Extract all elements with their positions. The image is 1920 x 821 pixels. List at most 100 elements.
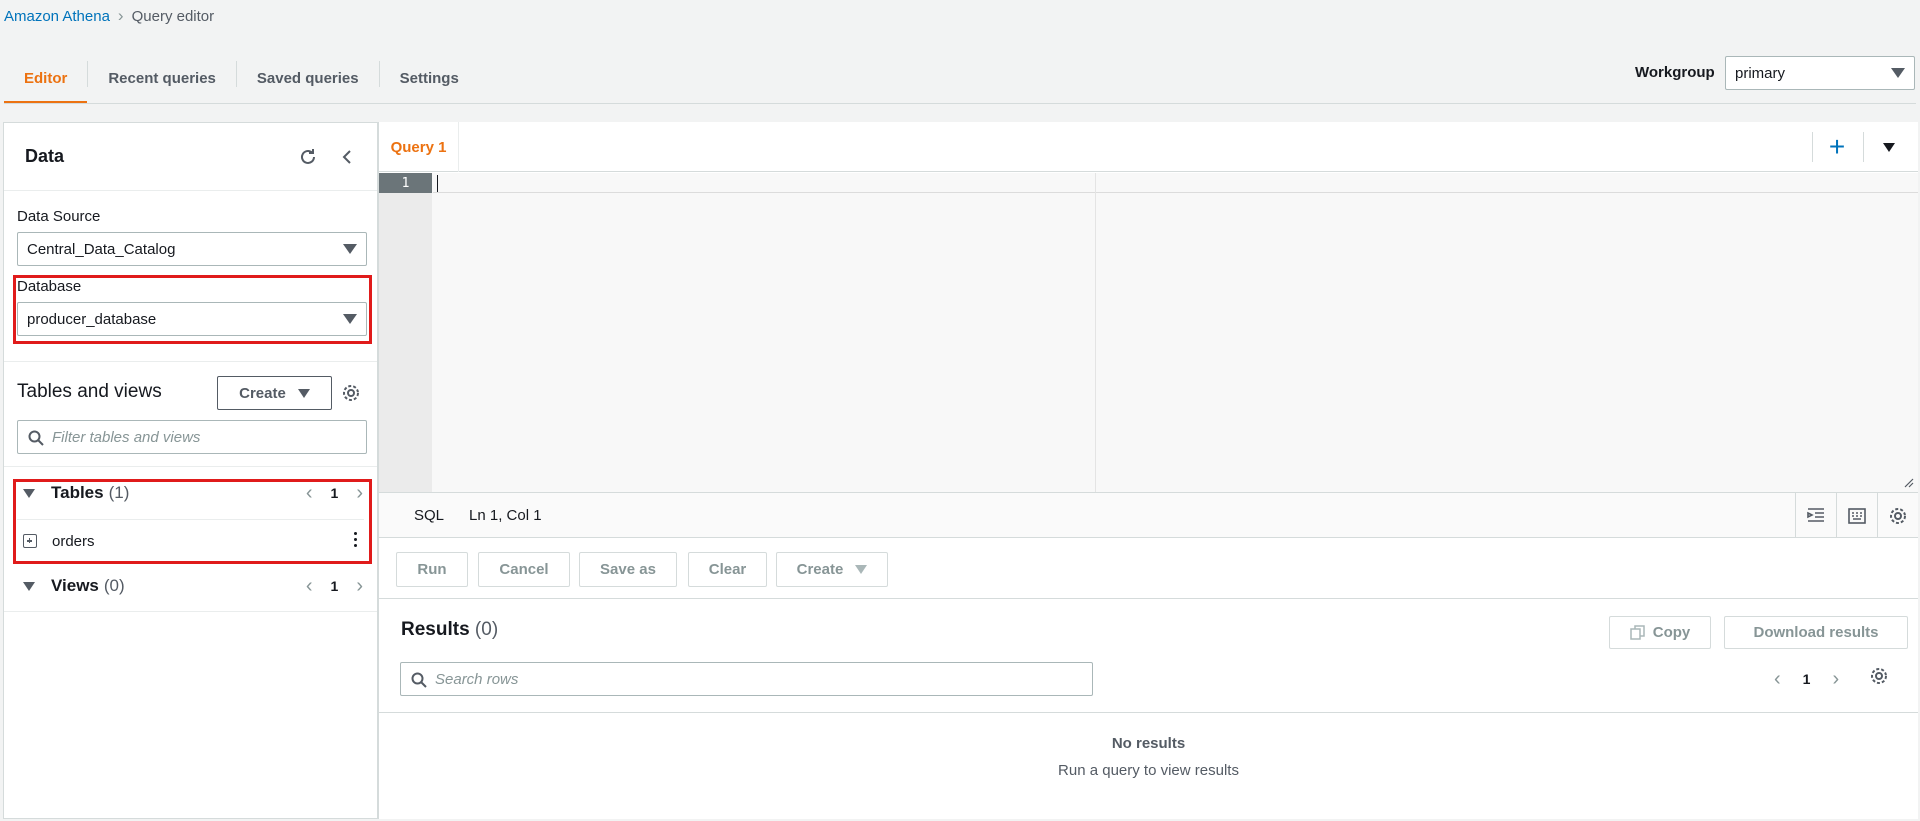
tables-title: Tables xyxy=(51,483,104,502)
create-label: Create xyxy=(239,384,286,402)
results-label: Results xyxy=(401,619,470,640)
run-button[interactable]: Run xyxy=(396,552,468,587)
tables-section-header[interactable]: Tables (1) ‹ 1 › xyxy=(17,474,367,512)
cancel-button[interactable]: Cancel xyxy=(478,552,570,587)
results-page[interactable]: 1 xyxy=(1803,671,1811,687)
kebab-icon[interactable] xyxy=(354,532,357,547)
tab-editor[interactable]: Editor xyxy=(4,52,88,104)
collapse-icon[interactable] xyxy=(334,144,360,170)
caret-down-icon xyxy=(1891,68,1905,78)
views-title: Views xyxy=(51,576,99,595)
tables-views-title: Tables and views xyxy=(17,381,162,402)
chevron-right-icon[interactable]: › xyxy=(356,575,363,598)
tabs-underline xyxy=(4,103,1916,104)
results-title: Results (0) xyxy=(401,619,498,641)
divider xyxy=(1812,132,1813,162)
filter-tables-input[interactable] xyxy=(17,420,367,454)
divider xyxy=(379,712,1918,713)
main-tabs: Editor Recent queries Saved queries Sett… xyxy=(4,52,479,104)
results-pager: ‹ 1 › xyxy=(1774,662,1839,696)
no-results-title: No results xyxy=(1111,735,1186,752)
gear-icon[interactable] xyxy=(1869,666,1889,690)
copy-label: Copy xyxy=(1652,624,1691,641)
results-count: (0) xyxy=(474,619,499,640)
workgroup-select[interactable]: primary xyxy=(1725,56,1915,90)
chevron-right-icon[interactable]: › xyxy=(356,482,363,505)
query-tab-bar: Query 1 + xyxy=(379,122,1918,172)
create-table-button[interactable]: Create xyxy=(217,376,332,410)
tab-menu-caret-icon[interactable] xyxy=(1869,132,1909,162)
chevron-left-icon[interactable]: ‹ xyxy=(306,575,313,598)
download-results-button[interactable]: Download results xyxy=(1724,616,1908,649)
copy-icon xyxy=(1630,625,1645,640)
gear-icon[interactable] xyxy=(338,380,364,406)
table-row[interactable]: orders xyxy=(17,522,367,560)
refresh-icon[interactable] xyxy=(295,144,321,170)
table-name: orders xyxy=(52,532,95,550)
workgroup-value: primary xyxy=(1735,64,1786,82)
search-rows-input[interactable] xyxy=(400,662,1093,696)
caret-down-icon xyxy=(297,388,310,398)
caret-down-icon xyxy=(855,565,868,574)
tab-settings[interactable]: Settings xyxy=(380,52,479,104)
database-select[interactable]: producer_database xyxy=(17,302,367,336)
line-number: 1 xyxy=(379,173,432,193)
tab-recent-queries[interactable]: Recent queries xyxy=(88,52,236,104)
plus-icon[interactable]: + xyxy=(1817,131,1857,162)
caret-down-icon xyxy=(343,244,357,254)
search-rows-field[interactable] xyxy=(435,670,1092,688)
format-icon[interactable] xyxy=(1795,493,1836,538)
chevron-left-icon[interactable]: ‹ xyxy=(1774,668,1781,691)
create-label: Create xyxy=(796,561,844,578)
sql-code-editor[interactable]: 1 xyxy=(379,173,1918,493)
data-panel: Data Data Source Central_Data_Catalog Da… xyxy=(3,122,378,819)
create-button[interactable]: Create xyxy=(776,552,888,587)
line-gutter xyxy=(379,173,432,492)
chevron-left-icon[interactable]: ‹ xyxy=(306,482,313,505)
views-pager: ‹ 1 › xyxy=(306,567,363,605)
divider xyxy=(4,190,377,191)
workgroup-label: Workgroup xyxy=(1635,64,1715,81)
divider xyxy=(4,466,377,467)
chevron-right-icon[interactable]: › xyxy=(1832,668,1839,691)
search-icon xyxy=(28,430,44,446)
data-source-select[interactable]: Central_Data_Catalog xyxy=(17,232,367,266)
views-count: (0) xyxy=(103,576,125,595)
data-source-value: Central_Data_Catalog xyxy=(27,240,176,258)
keyboard-icon[interactable] xyxy=(1836,493,1877,538)
data-panel-title: Data xyxy=(25,146,65,166)
caret-down-icon xyxy=(1883,142,1895,152)
resize-icon[interactable] xyxy=(1902,476,1914,488)
expand-icon[interactable] xyxy=(23,534,37,548)
breadcrumb: Amazon Athena › Query editor xyxy=(4,6,214,26)
save-as-button[interactable]: Save as xyxy=(579,552,677,587)
divider xyxy=(1863,132,1864,162)
print-margin xyxy=(1095,173,1096,492)
database-value: producer_database xyxy=(27,310,157,328)
caret-down-icon xyxy=(343,314,357,324)
breadcrumb-current: Query editor xyxy=(131,7,215,25)
divider xyxy=(4,611,377,612)
views-section-header[interactable]: Views (0) ‹ 1 › xyxy=(17,567,367,605)
text-cursor xyxy=(437,175,438,192)
divider xyxy=(17,519,364,520)
views-page[interactable]: 1 xyxy=(331,578,339,594)
tables-pager: ‹ 1 › xyxy=(306,474,363,512)
divider xyxy=(4,361,377,362)
expand-triangle-icon[interactable] xyxy=(23,581,35,591)
tables-page[interactable]: 1 xyxy=(331,485,339,501)
breadcrumb-link-athena[interactable]: Amazon Athena xyxy=(4,8,110,25)
status-language: SQL xyxy=(414,506,445,524)
filter-tables-field[interactable] xyxy=(52,428,366,446)
query-tab[interactable]: Query 1 xyxy=(379,122,459,172)
copy-button[interactable]: Copy xyxy=(1609,616,1711,649)
clear-button[interactable]: Clear xyxy=(688,552,767,587)
breadcrumb-separator-icon: › xyxy=(117,6,124,25)
tab-saved-queries[interactable]: Saved queries xyxy=(237,52,379,104)
status-position: Ln 1, Col 1 xyxy=(469,506,542,524)
database-label: Database xyxy=(17,278,82,295)
expand-triangle-icon[interactable] xyxy=(23,488,35,498)
gear-icon[interactable] xyxy=(1877,493,1918,538)
data-source-label: Data Source xyxy=(17,208,101,225)
active-line xyxy=(433,173,1918,193)
